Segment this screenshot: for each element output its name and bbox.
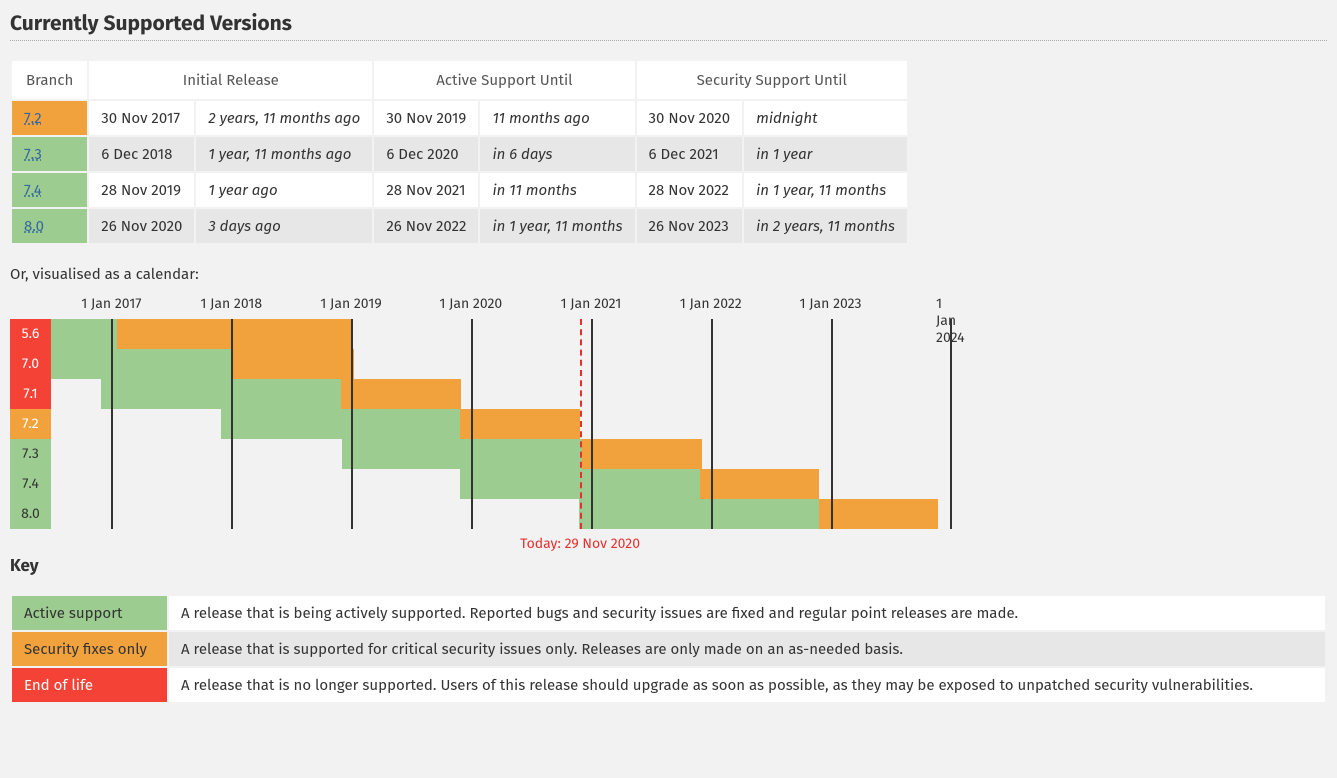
security-until-rel: in 2 years, 11 months <box>744 209 907 243</box>
active-until-rel: 11 months ago <box>480 101 634 135</box>
year-tick-label: 1 Jan 2022 <box>680 295 742 312</box>
th-branch: Branch <box>12 61 87 99</box>
year-tick-label: 1 Jan 2018 <box>200 295 262 312</box>
security-until-date: 6 Dec 2021 <box>637 137 743 171</box>
released-rel: 1 year ago <box>196 173 372 207</box>
timeline-row-label: 7.2 <box>10 409 51 439</box>
th-security: Security Support Until <box>637 61 907 99</box>
key-label: End of life <box>12 668 167 702</box>
timeline-row-label: 7.3 <box>10 439 51 469</box>
released-rel: 2 years, 11 months ago <box>196 101 372 135</box>
active-until-date: 26 Nov 2022 <box>374 209 478 243</box>
year-grid-line <box>471 319 473 529</box>
table-row: 7.36 Dec 20181 year, 11 months ago6 Dec … <box>12 137 907 171</box>
active-until-rel: in 6 days <box>480 137 634 171</box>
year-grid-line <box>711 319 713 529</box>
branch-link[interactable]: 7.3 <box>12 137 87 171</box>
key-row: End of lifeA release that is no longer s… <box>12 668 1325 702</box>
table-row: 8.026 Nov 20203 days ago26 Nov 2022in 1 … <box>12 209 907 243</box>
active-until-rel: in 11 months <box>480 173 634 207</box>
security-until-date: 26 Nov 2023 <box>637 209 743 243</box>
support-timeline-chart: 1 Jan 2017 1 Jan 2018 1 Jan 2019 1 Jan 2020… <box>10 295 970 525</box>
key-desc: A release that is no longer supported. U… <box>169 668 1325 702</box>
released-date: 28 Nov 2019 <box>89 173 194 207</box>
timeline-row-label: 8.0 <box>10 499 51 529</box>
released-date: 30 Nov 2017 <box>89 101 194 135</box>
key-desc: A release that is being actively support… <box>169 596 1325 630</box>
versions-table: Branch Initial Release Active Support Un… <box>10 59 909 245</box>
security-until-date: 30 Nov 2020 <box>637 101 743 135</box>
calendar-label: Or, visualised as a calendar: <box>10 265 1327 283</box>
active-until-date: 6 Dec 2020 <box>374 137 478 171</box>
active-until-date: 28 Nov 2021 <box>374 173 478 207</box>
th-initial: Initial Release <box>89 61 372 99</box>
security-until-rel: midnight <box>744 101 907 135</box>
today-line <box>580 319 582 529</box>
branch-link[interactable]: 7.4 <box>12 173 87 207</box>
security-until-date: 28 Nov 2022 <box>637 173 743 207</box>
key-title: Key <box>10 555 1327 576</box>
table-row: 7.428 Nov 20191 year ago28 Nov 2021in 11… <box>12 173 907 207</box>
branch-cell: 7.3 <box>12 137 87 171</box>
section-title: Currently Supported Versions <box>10 10 1327 41</box>
branch-link[interactable]: 7.2 <box>12 101 87 135</box>
year-tick-label: 1 Jan 2017 <box>81 295 141 312</box>
year-grid-line <box>831 319 833 529</box>
year-tick-label: 1 Jan 2020 <box>439 295 502 312</box>
timeline-row-label: 7.1 <box>10 379 51 409</box>
year-tick-label: 1 Jan 2023 <box>800 295 862 312</box>
active-until-date: 30 Nov 2019 <box>374 101 478 135</box>
key-row: Active supportA release that is being ac… <box>12 596 1325 630</box>
timeline-row-label: 5.6 <box>10 319 51 349</box>
year-grid-line <box>950 319 952 529</box>
key-row: Security fixes onlyA release that is sup… <box>12 632 1325 666</box>
year-tick-label: 1 Jan 2019 <box>320 295 381 312</box>
year-grid-line <box>591 319 593 529</box>
today-marker-label: Today: 29 Nov 2020 <box>520 535 640 552</box>
key-table: Active supportA release that is being ac… <box>10 594 1327 704</box>
branch-link[interactable]: 8.0 <box>12 209 87 243</box>
table-row: 7.230 Nov 20172 years, 11 months ago30 N… <box>12 101 907 135</box>
security-until-rel: in 1 year, 11 months <box>744 173 907 207</box>
timeline-row-label: 7.4 <box>10 469 51 499</box>
security-until-rel: in 1 year <box>744 137 907 171</box>
year-grid-line <box>111 319 113 529</box>
released-rel: 3 days ago <box>196 209 372 243</box>
released-rel: 1 year, 11 months ago <box>196 137 372 171</box>
branch-cell: 7.4 <box>12 173 87 207</box>
key-label: Active support <box>12 596 167 630</box>
timeline-row-label: 7.0 <box>10 349 51 379</box>
released-date: 6 Dec 2018 <box>89 137 194 171</box>
year-grid-line <box>351 319 353 529</box>
branch-cell: 8.0 <box>12 209 87 243</box>
key-desc: A release that is supported for critical… <box>169 632 1325 666</box>
year-grid-line <box>231 319 233 529</box>
branch-cell: 7.2 <box>12 101 87 135</box>
th-active: Active Support Until <box>374 61 634 99</box>
released-date: 26 Nov 2020 <box>89 209 194 243</box>
active-until-rel: in 1 year, 11 months <box>480 209 634 243</box>
key-label: Security fixes only <box>12 632 167 666</box>
year-tick-label: 1 Jan 2021 <box>561 295 622 312</box>
